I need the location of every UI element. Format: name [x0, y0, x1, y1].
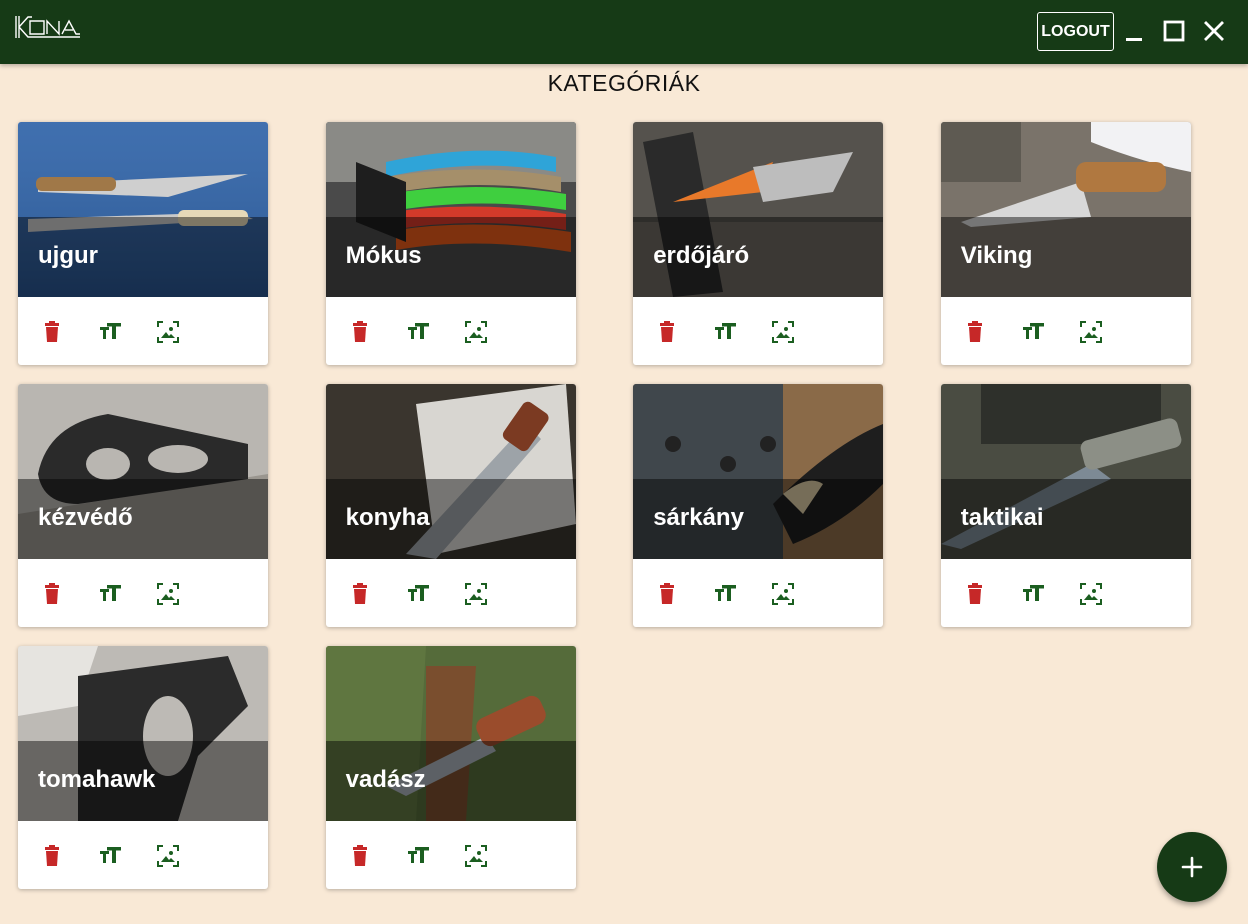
delete-icon[interactable] [39, 581, 65, 607]
delete-icon[interactable] [347, 581, 373, 607]
image-icon[interactable] [155, 843, 181, 869]
category-image[interactable]: kézvédő [18, 384, 268, 559]
category-grid: ujgur Mókus erdőjáró Viking kézvédő konyha sár… [18, 122, 1191, 889]
text-fields-icon[interactable] [405, 843, 431, 869]
card-actions [18, 821, 268, 889]
card-actions [326, 559, 576, 627]
category-card[interactable]: sárkány [633, 384, 884, 627]
image-icon[interactable] [463, 319, 489, 345]
add-category-button[interactable] [1157, 832, 1227, 902]
category-card[interactable]: kézvédő [18, 384, 268, 627]
card-actions [633, 297, 883, 365]
image-icon[interactable] [770, 581, 796, 607]
category-image[interactable]: tomahawk [18, 646, 268, 821]
app-header: LOGOUT [0, 0, 1248, 64]
text-fields-icon[interactable] [405, 581, 431, 607]
category-image[interactable]: vadász [325, 646, 576, 821]
image-icon[interactable] [1078, 319, 1104, 345]
category-image[interactable]: erdőjáró [633, 122, 884, 297]
delete-icon[interactable] [347, 843, 373, 869]
kona-logo-mark [15, 16, 80, 38]
category-title: vadász [345, 766, 426, 793]
kona-logo [14, 14, 82, 40]
category-title: erdőjáró [653, 242, 750, 269]
delete-icon[interactable] [962, 319, 988, 345]
close-icon[interactable] [1201, 18, 1227, 44]
category-title: sárkány [653, 504, 744, 531]
card-actions [941, 297, 1191, 365]
delete-icon[interactable] [654, 581, 680, 607]
text-fields-icon[interactable] [1020, 319, 1046, 345]
delete-icon[interactable] [39, 843, 65, 869]
text-fields-icon[interactable] [97, 843, 123, 869]
category-image[interactable]: ujgur [18, 122, 268, 297]
text-fields-icon[interactable] [97, 319, 123, 345]
delete-icon[interactable] [962, 581, 988, 607]
category-card[interactable]: erdőjáró [633, 122, 884, 365]
card-actions [941, 559, 1191, 627]
logout-button[interactable]: LOGOUT [1037, 12, 1114, 51]
category-title: kézvédő [38, 504, 133, 531]
maximize-icon[interactable] [1161, 18, 1187, 44]
category-card[interactable]: taktikai [940, 384, 1191, 627]
category-image[interactable]: Mókus [325, 122, 576, 297]
card-actions [326, 821, 576, 889]
category-card[interactable]: Mókus [325, 122, 576, 365]
category-image[interactable]: Viking [940, 122, 1191, 297]
page-title: KATEGÓRIÁK [547, 70, 701, 96]
category-title: konyha [345, 504, 430, 531]
category-image[interactable]: sárkány [633, 384, 884, 559]
card-actions [18, 559, 268, 627]
delete-icon[interactable] [347, 319, 373, 345]
plus-icon [1181, 856, 1203, 878]
category-image[interactable]: taktikai [940, 384, 1191, 559]
category-title: taktikai [960, 504, 1044, 531]
category-card[interactable]: vadász [325, 646, 576, 889]
category-title: Viking [960, 242, 1033, 269]
image-icon[interactable] [463, 581, 489, 607]
category-title: Mókus [345, 242, 422, 269]
image-icon[interactable] [155, 581, 181, 607]
image-icon[interactable] [155, 319, 181, 345]
category-card[interactable]: tomahawk [18, 646, 268, 889]
category-title: ujgur [38, 242, 98, 269]
category-card[interactable]: konyha [325, 384, 576, 627]
delete-icon[interactable] [654, 319, 680, 345]
image-icon[interactable] [1078, 581, 1104, 607]
category-card[interactable]: Viking [940, 122, 1191, 365]
image-icon[interactable] [463, 843, 489, 869]
card-actions [326, 297, 576, 365]
category-card[interactable]: ujgur [18, 122, 268, 365]
category-title: tomahawk [38, 766, 156, 793]
text-fields-icon[interactable] [1020, 581, 1046, 607]
text-fields-icon[interactable] [97, 581, 123, 607]
card-actions [633, 559, 883, 627]
delete-icon[interactable] [39, 319, 65, 345]
card-actions [18, 297, 268, 365]
category-image[interactable]: konyha [325, 384, 576, 559]
text-fields-icon[interactable] [712, 581, 738, 607]
image-icon[interactable] [770, 319, 796, 345]
text-fields-icon[interactable] [712, 319, 738, 345]
minimize-icon[interactable] [1121, 18, 1147, 44]
text-fields-icon[interactable] [405, 319, 431, 345]
